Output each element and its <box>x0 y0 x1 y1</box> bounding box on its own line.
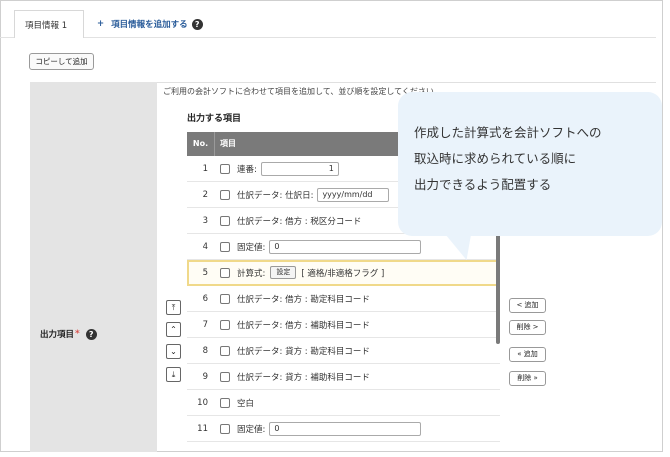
row-number: 1 <box>202 163 208 174</box>
row-label: 計算式: <box>237 268 266 279</box>
remove-all-button[interactable]: 削除 » <box>509 371 546 386</box>
row-label: 固定値: <box>237 242 266 253</box>
row-checkbox[interactable] <box>220 345 230 356</box>
move-down-button[interactable]: ⌄ <box>166 344 181 359</box>
section-title: 出力する項目 <box>187 114 242 124</box>
add-item-info-label: 項目情報を追加する <box>111 20 188 30</box>
row-checkbox[interactable] <box>220 241 230 252</box>
required-mark: * <box>75 329 80 339</box>
content-divider <box>157 82 656 83</box>
add-all-button[interactable]: « 追加 <box>509 347 546 362</box>
move-top-button[interactable]: ⤒ <box>166 300 181 315</box>
table-scrollbar[interactable] <box>496 232 500 344</box>
row-checkbox[interactable] <box>220 189 230 200</box>
row-checkbox[interactable] <box>220 319 230 330</box>
row-number: 2 <box>202 189 208 200</box>
row-number: 7 <box>202 319 208 330</box>
copy-and-add-button[interactable]: コピーして追加 <box>29 53 94 70</box>
row-label: 空白 <box>237 398 255 409</box>
row-checkbox[interactable] <box>220 397 230 408</box>
field-label-column <box>30 82 157 452</box>
row-label: 仕訳データ: 貸方 : 勘定科目コード <box>237 346 370 357</box>
table-row[interactable]: 9 仕訳データ: 貸方 : 補助科目コード <box>187 364 500 390</box>
move-bottom-button[interactable]: ⤓ <box>166 367 181 382</box>
row-number: 11 <box>197 423 208 434</box>
row-checkbox[interactable] <box>220 371 230 382</box>
header-item: 項目 <box>220 139 236 148</box>
row-input[interactable]: 1 <box>260 161 339 176</box>
table-row[interactable]: 8 仕訳データ: 貸方 : 勘定科目コード <box>187 338 500 364</box>
set-formula-button[interactable]: 設定 <box>270 266 297 279</box>
field-label-text: 出力項目 <box>40 330 75 340</box>
table-row[interactable]: 7 仕訳データ: 借方 : 補助科目コード <box>187 312 500 338</box>
table-row[interactable]: 6 仕訳データ: 借方 : 勘定科目コード <box>187 286 500 312</box>
callout-text: 作成した計算式を会計ソフトへの 取込時に求められている順に 出力できるよう配置す… <box>414 120 602 198</box>
row-checkbox[interactable] <box>220 163 230 174</box>
tab-divider <box>84 37 656 38</box>
row-checkbox[interactable] <box>220 267 230 278</box>
table-row[interactable]: 11 固定値: 0 <box>187 416 500 442</box>
plus-icon: + <box>97 19 105 29</box>
add-button[interactable]: < 追加 <box>509 298 546 313</box>
row-label: 固定値: <box>237 424 266 435</box>
help-icon[interactable]: ? <box>85 328 97 340</box>
tab-label: 項目情報 1 <box>25 21 68 31</box>
remove-button[interactable]: 削除 > <box>509 320 546 335</box>
row-label: 仕訳データ: 貸方 : 補助科目コード <box>237 372 370 383</box>
move-up-button[interactable]: ⌃ <box>166 322 181 337</box>
row-checkbox[interactable] <box>220 215 230 226</box>
row-checkbox[interactable] <box>220 423 230 434</box>
tab-item-info-1[interactable]: 項目情報 1 <box>14 10 84 38</box>
row-number: 5 <box>202 267 208 278</box>
row-input[interactable]: 0 <box>269 421 422 436</box>
tab-divider-left <box>0 37 14 38</box>
row-number: 9 <box>202 371 208 382</box>
row-input[interactable]: 0 <box>269 239 422 254</box>
description-text: ご利用の会計ソフトに合わせて項目を追加して、並び順を設定してください。 <box>163 87 442 96</box>
row-label: 仕訳データ: 借方 : 税区分コード <box>237 216 362 227</box>
help-icon[interactable]: ? <box>191 18 203 30</box>
row-label: 連番: <box>237 164 257 175</box>
row-number: 8 <box>202 345 208 356</box>
row-checkbox[interactable] <box>220 293 230 304</box>
callout-line-1: 作成した計算式を会計ソフトへの <box>414 125 602 140</box>
callout-line-3: 出力できるよう配置する <box>414 177 552 192</box>
row-label: 仕訳データ: 借方 : 勘定科目コード <box>237 294 370 305</box>
row-label: 仕訳データ: 仕訳日: <box>237 190 314 201</box>
row-number: 4 <box>202 241 208 252</box>
output-items-label: 出力項目 * ? <box>40 328 97 340</box>
row-number: 3 <box>202 215 208 226</box>
row-number: 6 <box>202 293 208 304</box>
add-item-info-link[interactable]: + 項目情報を追加する ? <box>97 18 203 30</box>
table-row-calc[interactable]: 5 計算式: 設定 [ 適格/非適格フラグ ] <box>187 260 500 286</box>
formula-value: [ 適格/非適格フラグ ] <box>301 268 385 279</box>
row-input[interactable]: yyyy/mm/dd <box>317 187 390 202</box>
header-no: No. <box>187 132 215 156</box>
table-row[interactable]: 10 空白 <box>187 390 500 416</box>
callout-line-2: 取込時に求められている順に <box>414 151 577 166</box>
row-number: 10 <box>197 397 208 408</box>
row-label: 仕訳データ: 借方 : 補助科目コード <box>237 320 370 331</box>
